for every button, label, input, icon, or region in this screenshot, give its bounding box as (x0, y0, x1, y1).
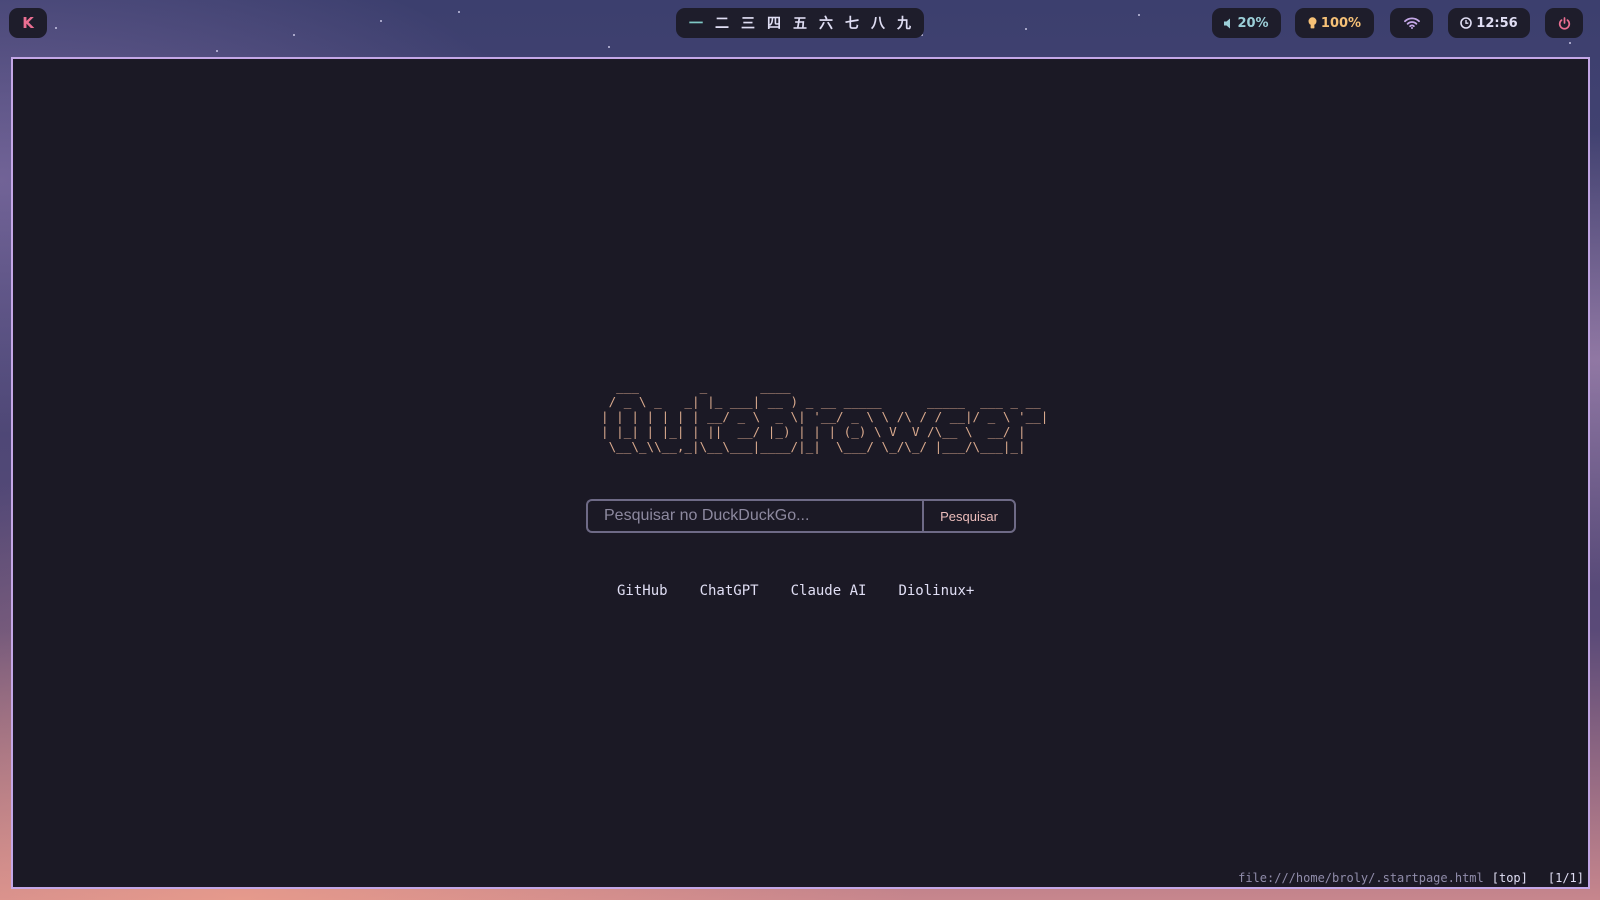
power-icon (1558, 16, 1571, 30)
workspace-2[interactable]: 二 (709, 13, 735, 33)
star (608, 46, 610, 48)
volume-indicator[interactable]: 20% (1212, 8, 1281, 38)
star (1025, 28, 1027, 30)
brightness-indicator[interactable]: 100% (1295, 8, 1374, 38)
link-chatgpt[interactable]: ChatGPT (700, 583, 759, 599)
star (1138, 14, 1140, 16)
workspace-8[interactable]: 八 (865, 13, 891, 33)
wifi-icon (1403, 17, 1420, 29)
star (216, 50, 218, 52)
link-github[interactable]: GitHub (617, 583, 668, 599)
workspace-6[interactable]: 六 (813, 13, 839, 33)
power-button[interactable] (1545, 8, 1583, 38)
qutebrowser-ascii-logo: ___ _ ____ / _ \ _ _| |_ ___| __ ) _ __ … (601, 379, 1049, 454)
star (458, 11, 460, 13)
launcher-button[interactable]: K (9, 8, 47, 38)
statusbar-tab-index: [1/1] (1547, 871, 1584, 885)
star (55, 27, 57, 29)
search-input[interactable] (586, 499, 922, 533)
statusbar: file:///home/broly/.startpage.html [top]… (1238, 871, 1584, 885)
launcher-icon: K (22, 14, 34, 32)
clock[interactable]: 12:56 (1448, 8, 1530, 38)
clock-label: 12:56 (1476, 15, 1518, 31)
lightbulb-icon (1308, 17, 1317, 29)
brightness-label: 100% (1320, 15, 1362, 31)
star (1569, 42, 1571, 44)
workspace-switcher: 一二三四五六七八九 (676, 8, 924, 38)
clock-icon (1460, 17, 1473, 29)
browser-window: ___ _ ____ / _ \ _ _| |_ ___| __ ) _ __ … (11, 57, 1590, 889)
speaker-icon (1224, 18, 1233, 29)
star (293, 34, 295, 36)
quick-links: GitHub ChatGPT Claude AI Diolinux+ (617, 583, 974, 599)
workspace-5[interactable]: 五 (787, 13, 813, 33)
link-claude-ai[interactable]: Claude AI (791, 583, 867, 599)
wifi-indicator[interactable] (1390, 8, 1433, 38)
link-diolinux[interactable]: Diolinux+ (898, 583, 974, 599)
star (380, 20, 382, 22)
statusbar-scroll-position: [top] (1491, 871, 1528, 885)
workspace-7[interactable]: 七 (839, 13, 865, 33)
workspace-9[interactable]: 九 (891, 13, 917, 33)
workspace-3[interactable]: 三 (735, 13, 761, 33)
search-form: Pesquisar (586, 499, 1016, 533)
workspace-4[interactable]: 四 (761, 13, 787, 33)
search-button[interactable]: Pesquisar (922, 499, 1016, 533)
statusbar-url: file:///home/broly/.startpage.html (1238, 871, 1484, 885)
workspace-1[interactable]: 一 (683, 13, 709, 33)
volume-label: 20% (1237, 15, 1269, 31)
